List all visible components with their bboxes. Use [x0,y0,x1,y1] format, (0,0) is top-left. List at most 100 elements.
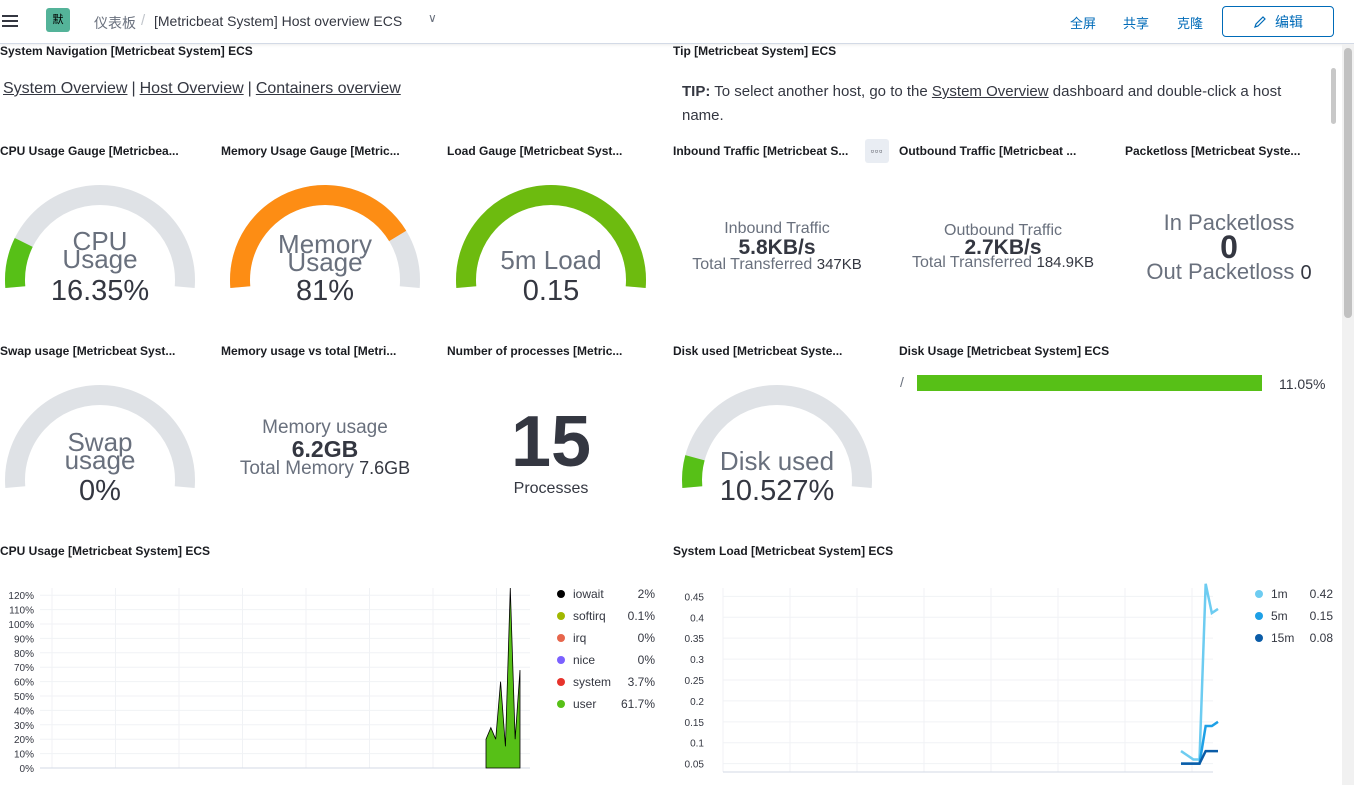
tip-label: TIP: [682,83,711,100]
inbound-total-value: 347KB [816,256,862,273]
link-system-overview[interactable]: System Overview [3,80,127,97]
legend-value: 0.08 [1309,631,1333,645]
inbound-total: Total Transferred 347KB [677,256,877,274]
inbound-total-label: Total Transferred [692,256,813,273]
system-navigation: System Overview | Host Overview | Containers… [3,80,401,98]
nav-divider: | [131,80,136,97]
clone-button[interactable]: 克隆 [1177,13,1203,32]
tip-text: TIP: To select another host, go to the S… [682,80,1302,128]
edit-button[interactable]: 编辑 [1222,6,1334,37]
breadcrumb-dashboards[interactable]: 仪表板 [94,13,136,33]
legend-item-user[interactable]: user [573,697,596,711]
panel-options-button[interactable]: ▫▫▫ [865,139,889,163]
legend-dot [557,700,565,708]
legend-item-1m[interactable]: 1m [1271,587,1288,601]
tip-link-system-overview[interactable]: System Overview [932,83,1049,100]
y-tick-label: 50% [14,692,34,703]
cpu-gauge-label: CPU Usage [0,228,200,272]
legend-item-softirq[interactable]: softirq [573,609,606,623]
panel-title-cpu-usage: CPU Usage [Metricbeat System] ECS [0,544,211,558]
legend-item-15m[interactable]: 15m [1271,631,1294,645]
y-tick-label: 30% [14,721,34,732]
legend-dot [1255,612,1263,620]
packetloss-out-value: 0 [1300,262,1312,284]
panel-title-memory-gauge: Memory Usage Gauge [Metric... [221,144,400,158]
memory-total-label: Total Memory [239,458,354,479]
memory-gauge-label: Memory Usage [225,231,425,277]
processes-label: Processes [513,480,589,497]
fullscreen-button[interactable]: 全屏 [1070,13,1096,32]
legend-value: 61.7% [620,697,655,711]
y-tick-label: 110% [9,606,34,617]
panel-title-tip: Tip [Metricbeat System] ECS [673,44,837,58]
link-host-overview[interactable]: Host Overview [140,80,244,97]
cpu-user-area [485,587,521,769]
legend-dot [557,656,565,664]
panel-title-swap: Swap usage [Metricbeat Syst... [0,344,176,358]
legend-value: 3.7% [627,675,655,689]
panel-title-processes: Number of processes [Metric... [447,344,623,358]
y-tick-label: 60% [14,678,34,689]
disk-mount-label: / [900,374,904,390]
swap-gauge-label-line2: usage [64,445,136,475]
memory-gauge-label-line2: Usage [287,247,363,277]
memory-gauge-value: 81% [295,275,355,307]
legend-item-5m[interactable]: 5m [1271,609,1288,623]
processes-value: 15 [510,402,592,482]
disk-usage-percent: 11.05% [1279,376,1326,392]
legend-item-iowait[interactable]: iowait [573,587,604,601]
y-tick-label: 0.25 [685,676,705,687]
y-tick-label: 70% [14,663,34,674]
memory-total: Total Memory 7.6GB [225,458,425,480]
tip-text-before: To select another host, go to the [714,83,928,100]
legend-value: 0% [637,653,655,667]
cpu-gauge-value: 16.35% [50,275,150,307]
legend-dot [557,590,565,598]
outbound-total-label: Total Transferred [911,254,1033,271]
panel-title-cpu-gauge: CPU Usage Gauge [Metricbea... [0,144,179,158]
y-tick-label: 120% [8,591,34,602]
y-tick-label: 0.05 [685,760,705,771]
legend-item-nice[interactable]: nice [573,653,595,667]
packetloss-out: Out Packetloss 0 [1129,259,1329,285]
disk-usage-track [917,375,1262,391]
space-avatar[interactable]: 默 [46,8,70,32]
panel-title-memory-total: Memory usage vs total [Metri... [221,344,397,358]
share-button[interactable]: 共享 [1123,13,1149,32]
memory-total-value: 7.6GB [359,458,411,478]
breadcrumb-separator: / [141,12,146,29]
packetloss-out-label: Out Packetloss [1146,259,1295,284]
legend-item-irq[interactable]: irq [573,631,586,645]
panel-title-inbound: Inbound Traffic [Metricbeat S... [673,144,849,158]
y-tick-label: 0% [20,764,35,775]
tip-panel-scrollbar[interactable] [1331,68,1336,124]
panel-title-disk-usage: Disk Usage [Metricbeat System] ECS [899,344,1110,358]
swap-gauge-label: Swap usage [0,429,200,475]
y-tick-label: 0.45 [685,592,705,603]
load-line-1m [1180,583,1219,761]
y-tick-label: 0.3 [690,655,704,666]
load-gauge-value: 0.15 [522,275,580,307]
disk-usage-bar [917,375,1262,391]
y-tick-label: 0.35 [685,634,705,645]
link-containers-overview[interactable]: Containers overview [256,80,401,97]
load-gauge-label: 5m Load [500,245,602,275]
edit-button-label: 编辑 [1275,13,1303,30]
y-tick-label: 90% [14,634,34,645]
legend-dot [557,678,565,686]
legend-dot [557,612,565,620]
legend-value: 0.42 [1309,587,1333,601]
y-tick-label: 80% [14,649,34,660]
y-tick-label: 0.1 [690,739,704,750]
legend-dot [557,634,565,642]
outbound-total: Total Transferred 184.9KB [903,254,1103,272]
disk-gauge-value: 10.527% [719,475,835,507]
y-tick-label: 20% [14,735,34,746]
page-scrollbar-thumb[interactable] [1344,48,1352,318]
nav-divider: | [247,80,252,97]
swap-gauge-value: 0% [79,475,121,507]
legend-value: 2% [637,587,655,601]
chevron-down-icon[interactable]: ∨ [428,11,437,25]
menu-icon[interactable] [0,12,20,30]
panel-title-disk-used: Disk used [Metricbeat Syste... [673,344,843,358]
